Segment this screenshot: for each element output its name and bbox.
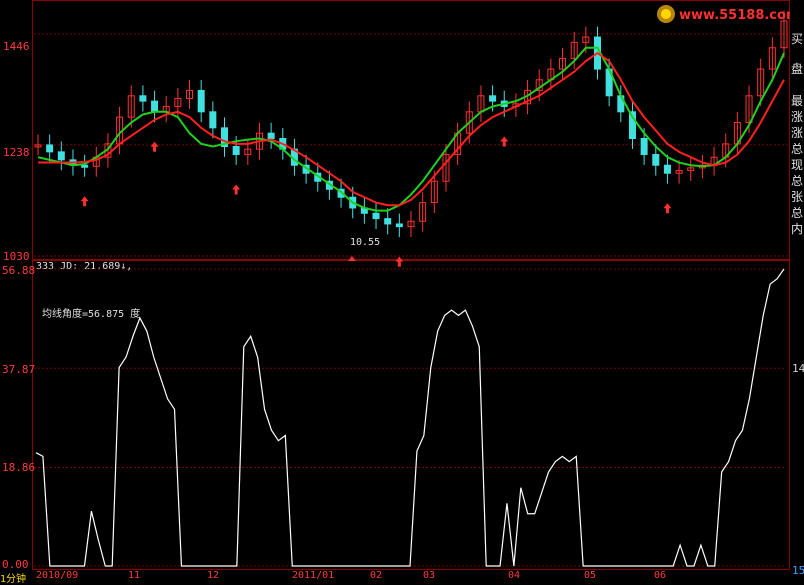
ma-red-line [38, 51, 785, 207]
buy-arrow-54 [663, 203, 672, 214]
candle-body-54 [663, 164, 671, 174]
candle-body-17 [232, 146, 240, 156]
candle-body-15 [209, 111, 217, 129]
candle-body-30 [384, 218, 392, 225]
buy-arrow-31 [395, 256, 404, 267]
candle-body-14 [197, 89, 205, 113]
buy-arrow-17 [232, 184, 241, 195]
candle-body-10 [151, 100, 159, 113]
indicator-line [35, 268, 785, 567]
candle-body-2 [57, 151, 65, 161]
buy-arrow-4 [80, 196, 89, 207]
candle-body-31 [395, 223, 403, 228]
candle-body-29 [372, 212, 380, 220]
candle-body-9 [139, 95, 147, 102]
chart-canvas[interactable] [0, 0, 804, 582]
candle-body-53 [652, 154, 660, 166]
candle-body-4 [81, 164, 89, 168]
stock-chart-window: www.55188.com 1446 1238 1030 56.88 37.87… [0, 0, 804, 585]
candle-body-1 [46, 144, 54, 153]
ma-green-line [37, 46, 785, 212]
panel-divider-marker [348, 256, 356, 261]
candle-body-39 [489, 95, 497, 102]
candle-body-20 [267, 132, 275, 140]
candle-body-52 [640, 138, 648, 156]
buy-arrow-10 [150, 141, 159, 152]
